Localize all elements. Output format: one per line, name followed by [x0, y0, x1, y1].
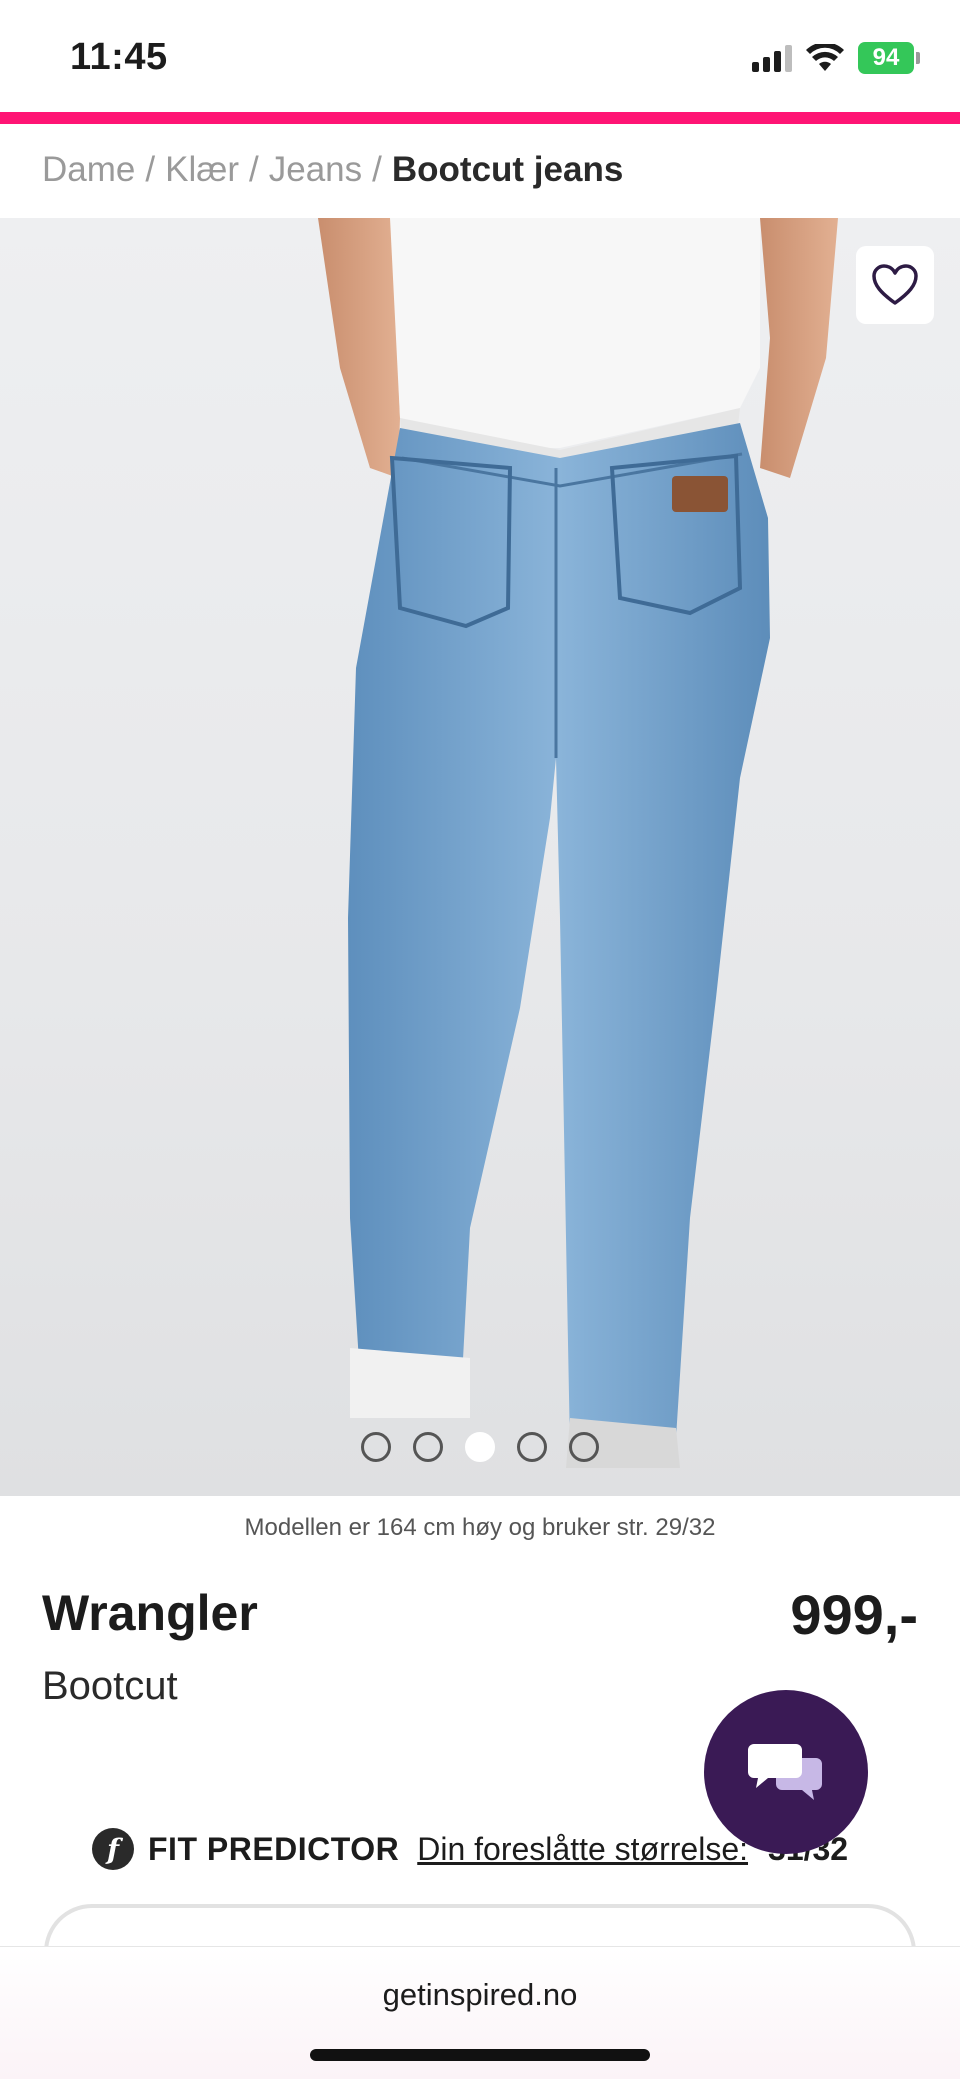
fit-predictor-logo-icon: f [92, 1828, 134, 1870]
carousel-dot[interactable] [361, 1432, 391, 1462]
carousel-dot[interactable] [413, 1432, 443, 1462]
carousel-dots [0, 1432, 960, 1462]
breadcrumb-separator: / [372, 150, 382, 189]
signal-icon [752, 44, 792, 72]
product-brand[interactable]: Wrangler [42, 1584, 258, 1642]
carousel-dot[interactable] [517, 1432, 547, 1462]
breadcrumb-item-dame[interactable]: Dame [42, 150, 135, 190]
suggested-size-link[interactable]: Din foreslåtte størrelse: [417, 1831, 748, 1868]
fit-predictor-label: FIT PREDICTOR [148, 1830, 400, 1867]
url-text[interactable]: getinspired.no [0, 1977, 960, 2013]
breadcrumb-separator: / [145, 150, 156, 189]
carousel-dot-active[interactable] [465, 1432, 495, 1462]
status-time: 11:45 [70, 36, 168, 78]
favorite-button[interactable] [856, 246, 934, 324]
product-name: Bootcut [42, 1664, 178, 1708]
breadcrumb-item-jeans[interactable]: Jeans [269, 150, 362, 190]
wifi-icon [806, 44, 844, 71]
heart-outline-icon [872, 264, 918, 305]
product-image[interactable] [0, 218, 960, 1496]
product-price: 999,- [790, 1583, 918, 1646]
status-bar: 11:45 94 [0, 0, 960, 112]
chat-bubbles-icon [748, 1744, 822, 1800]
battery-level: 94 [858, 42, 914, 74]
browser-address-bar[interactable]: getinspired.no [0, 1946, 960, 2079]
breadcrumb-current: Bootcut jeans [391, 150, 624, 189]
home-indicator [310, 2049, 650, 2061]
jeans-photo [318, 218, 838, 1468]
model-info: Modellen er 164 cm høy og bruker str. 29… [244, 1514, 716, 1541]
breadcrumb: Dame / Klær / Jeans / Bootcut jeans [42, 150, 623, 190]
carousel-dot[interactable] [569, 1432, 599, 1462]
breadcrumb-separator: / [249, 150, 259, 189]
breadcrumb-item-klaer[interactable]: Klær [165, 150, 239, 190]
battery-charging-icon: 94 [858, 42, 920, 74]
status-icons: 94 [752, 42, 920, 74]
chat-button[interactable] [704, 1690, 868, 1854]
accent-line [0, 112, 960, 124]
